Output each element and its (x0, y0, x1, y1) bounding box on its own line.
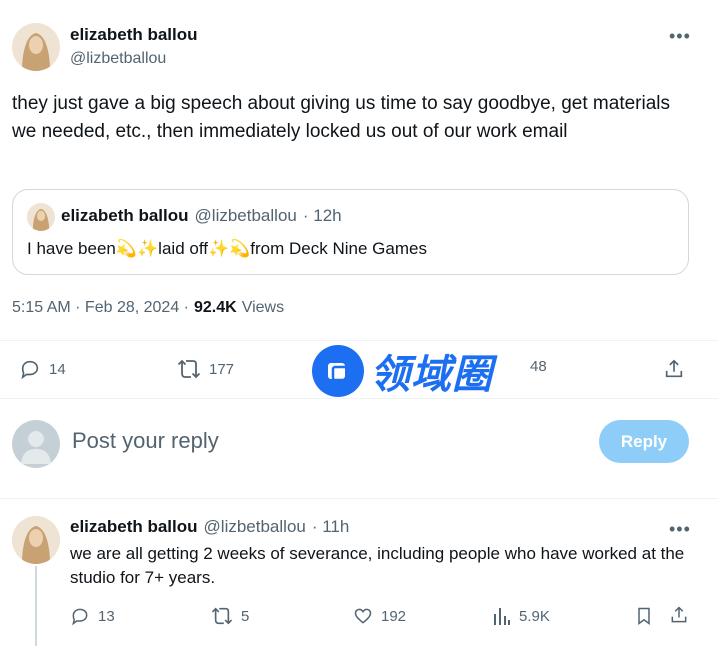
share-icon[interactable] (663, 358, 685, 380)
reply-like-count: 192 (381, 607, 407, 625)
watermark-logo-icon (312, 345, 364, 397)
quote-age: · 12h (302, 206, 342, 225)
views-count: 92.4K (194, 299, 237, 316)
more-options-icon[interactable]: ••• (669, 27, 691, 45)
reply-author-name[interactable]: elizabeth ballou (70, 517, 198, 537)
repost-icon (177, 358, 201, 380)
reply-reply-action[interactable]: 13 (70, 606, 115, 626)
reply-author-avatar[interactable] (12, 516, 60, 564)
divider (0, 498, 718, 499)
thread-line (35, 566, 37, 646)
repost-count: 177 (209, 360, 235, 378)
reply-like-action[interactable]: 192 (353, 606, 406, 626)
author-handle[interactable]: @lizbetballou (70, 50, 166, 68)
user-avatar[interactable] (12, 420, 60, 468)
divider (0, 340, 718, 341)
quote-author-name: elizabeth ballou (61, 206, 189, 225)
watermark-text: 领域圈 (370, 353, 493, 397)
quote-author-handle: @lizbetballou (194, 206, 297, 225)
reply-count: 14 (49, 360, 66, 378)
reply-input[interactable]: Post your reply (72, 428, 219, 454)
reply-age[interactable]: · 11h (312, 517, 350, 537)
quote-avatar (27, 203, 55, 231)
reply-text: we are all getting 2 weeks of severance,… (70, 544, 685, 587)
reply-reply-count: 13 (98, 607, 115, 625)
reply-repost-count: 5 (241, 607, 250, 625)
bookmark-icon[interactable] (634, 606, 654, 626)
bookmark-count-action[interactable]: 48 (530, 358, 547, 375)
repost-action[interactable]: 177 (177, 358, 234, 380)
quote-tweet[interactable] (12, 189, 689, 275)
comment-icon (70, 606, 90, 626)
reply-repost-action[interactable]: 5 (211, 606, 249, 626)
heart-icon (353, 606, 373, 626)
bookmark-count: 48 (530, 358, 547, 375)
quote-text: I have been💫✨laid off✨💫from Deck Nine Ga… (27, 239, 427, 258)
views-label: Views (241, 299, 285, 316)
tweet-timestamp[interactable]: 5:15 AM · Feb 28, 2024 · (12, 299, 189, 317)
author-name[interactable]: elizabeth ballou (70, 25, 198, 45)
reply-button[interactable]: Reply (599, 420, 689, 463)
share-icon[interactable] (669, 605, 689, 625)
watermark: 领域圈 (312, 342, 493, 400)
analytics-icon (493, 606, 511, 626)
reply-action[interactable]: 14 (19, 358, 66, 380)
comment-icon (19, 358, 41, 380)
divider (0, 398, 718, 399)
tweet-text: they just gave a big speech about giving… (12, 93, 671, 142)
reply-views-count: 5.9K (519, 607, 550, 625)
repost-icon (211, 606, 233, 626)
reply-author-handle[interactable]: @lizbetballou (204, 517, 306, 537)
author-avatar[interactable] (12, 23, 60, 71)
reply-more-options-icon[interactable]: ••• (669, 520, 691, 538)
reply-views-action[interactable]: 5.9K (493, 606, 550, 626)
